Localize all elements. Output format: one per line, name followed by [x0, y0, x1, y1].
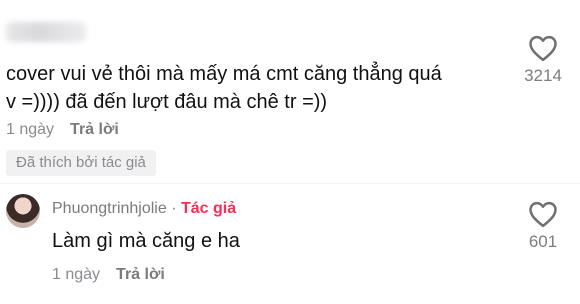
comment-line-2: v =)))) đã đến lượt đâu mà chê tr =)): [6, 91, 328, 113]
comment-like-count: 3214: [524, 66, 562, 85]
comment-line-1: cover vui vẻ thôi mà mấy má cmt căng thẳ…: [6, 63, 442, 85]
reply-like-count: 601: [528, 232, 558, 251]
author-tag: Tác giả: [180, 200, 237, 217]
blurred-username: [6, 22, 86, 42]
divider: [0, 183, 580, 184]
reply-username[interactable]: Phuongtrinhjolie: [52, 200, 167, 217]
heart-outline-icon: [529, 35, 557, 62]
separator: ·: [166, 200, 181, 217]
reply-text: Làm gì mà căng e ha: [52, 230, 240, 252]
liked-by-author-badge: Đã thích bởi tác giả: [6, 150, 156, 176]
reply-header: Phuongtrinhjolie · Tác giả: [52, 200, 236, 218]
comment-meta: 1 ngày Trả lời: [6, 121, 119, 139]
reply-time: 1 ngày: [52, 266, 101, 283]
comment-text: cover vui vẻ thôi mà mấy má cmt căng thẳ…: [6, 60, 506, 116]
comment-like-button[interactable]: 3214: [513, 34, 573, 86]
comment-time: 1 ngày: [6, 121, 55, 138]
heart-outline-icon: [529, 201, 557, 228]
avatar[interactable]: [6, 194, 40, 228]
reply-reply-button[interactable]: Trả lời: [116, 266, 165, 284]
reply-meta: 1 ngày Trả lời: [52, 266, 165, 284]
reply-like-button[interactable]: 601: [513, 200, 573, 252]
comment-reply-button[interactable]: Trả lời: [70, 121, 119, 139]
